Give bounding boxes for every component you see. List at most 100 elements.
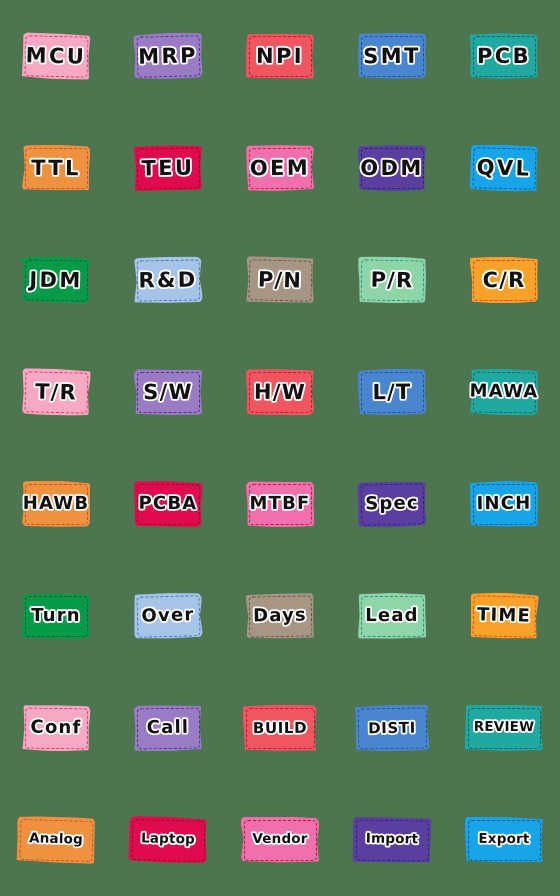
sticker-cell: QVL: [448, 112, 560, 224]
sticker-mawa[interactable]: MAWA: [469, 369, 539, 416]
sticker-export[interactable]: Export: [465, 817, 543, 863]
sticker-cell: TTL: [0, 112, 112, 224]
sticker-conf[interactable]: Conf: [22, 705, 91, 752]
sticker-label: Conf: [30, 716, 82, 739]
sticker-label: Spec: [365, 492, 419, 515]
sticker-label: TTL: [31, 155, 81, 180]
sticker-ttl[interactable]: TTL: [22, 145, 90, 191]
sticker-cell: Conf: [0, 672, 112, 784]
sticker-cell: MTBF: [224, 448, 336, 560]
sticker-disti[interactable]: DISTI: [355, 704, 430, 751]
sticker-cell: Analog: [0, 784, 112, 896]
sticker-cell: TIME: [448, 560, 560, 672]
sticker-label: QVL: [476, 154, 532, 181]
sticker-label: JDM: [29, 267, 83, 292]
sticker-spec[interactable]: Spec: [358, 480, 427, 527]
sticker-label: Turn: [31, 604, 81, 627]
sticker-label: Vendor: [252, 831, 308, 848]
sticker-p-n[interactable]: P/N: [245, 256, 314, 304]
sticker-smt[interactable]: SMT: [358, 33, 426, 79]
sticker-label: Over: [141, 604, 195, 627]
sticker-cell: P/R: [336, 224, 448, 336]
sticker-label: P/R: [370, 267, 414, 292]
sticker-mtbf[interactable]: MTBF: [246, 481, 314, 527]
sticker-build[interactable]: BUILD: [243, 705, 317, 751]
sticker-label: TIME: [476, 604, 532, 627]
sticker-l-t[interactable]: L/T: [358, 369, 426, 416]
sticker-vendor[interactable]: Vendor: [241, 817, 319, 863]
sticker-label: Laptop: [140, 830, 196, 848]
sticker-laptop[interactable]: Laptop: [128, 816, 207, 864]
sticker-label: MAWA: [469, 380, 539, 403]
sticker-label: Days: [252, 604, 308, 627]
sticker-time[interactable]: TIME: [469, 592, 538, 640]
sticker-cell: DISTI: [336, 672, 448, 784]
sticker-cell: Spec: [336, 448, 448, 560]
sticker-pcb[interactable]: PCB: [470, 33, 538, 79]
sticker-r-d[interactable]: R&D: [134, 256, 203, 303]
sticker-label: Export: [478, 831, 530, 848]
sticker-cell: Laptop: [112, 784, 224, 896]
sticker-hawb[interactable]: HAWB: [22, 481, 90, 527]
sticker-label: Analog: [28, 830, 84, 848]
sticker-cell: C/R: [448, 224, 560, 336]
sticker-cell: Lead: [336, 560, 448, 672]
sticker-p-r[interactable]: P/R: [358, 256, 427, 303]
sticker-label: INCH: [476, 492, 532, 515]
sticker-cell: MCU: [0, 0, 112, 112]
sticker-cell: Turn: [0, 560, 112, 672]
sticker-label: P/N: [257, 266, 303, 293]
sticker-over[interactable]: Over: [133, 592, 202, 640]
sticker-cell: OEM: [224, 112, 336, 224]
sticker-cell: T/R: [0, 336, 112, 448]
sticker-label: T/R: [34, 379, 78, 404]
sticker-odm[interactable]: ODM: [358, 145, 426, 191]
sticker-t-r[interactable]: T/R: [21, 368, 90, 416]
sticker-s-w[interactable]: S/W: [134, 369, 202, 415]
sticker-label: REVIEW: [473, 719, 535, 736]
sticker-label: Lead: [365, 604, 419, 627]
sticker-label: MTBF: [249, 492, 311, 515]
sticker-label: L/T: [372, 379, 412, 404]
sticker-cell: PCBA: [112, 448, 224, 560]
sticker-cell: L/T: [336, 336, 448, 448]
sticker-cell: Vendor: [224, 784, 336, 896]
sticker-npi[interactable]: NPI: [246, 33, 314, 79]
sticker-cell: MAWA: [448, 336, 560, 448]
sticker-label: S/W: [143, 379, 193, 404]
sticker-cell: Export: [448, 784, 560, 896]
sticker-label: Import: [365, 830, 419, 848]
sticker-cell: R&D: [112, 224, 224, 336]
sticker-days[interactable]: Days: [246, 592, 315, 639]
sticker-label: R&D: [138, 266, 198, 293]
sticker-qvl[interactable]: QVL: [469, 144, 538, 192]
sticker-inch[interactable]: INCH: [470, 481, 538, 528]
sticker-label: PCB: [476, 43, 532, 68]
sticker-cell: ODM: [336, 112, 448, 224]
sticker-label: MCU: [25, 42, 87, 69]
sticker-review[interactable]: REVIEW: [465, 705, 543, 751]
sticker-analog[interactable]: Analog: [16, 816, 95, 864]
sticker-cell: S/W: [112, 336, 224, 448]
sticker-cell: BUILD: [224, 672, 336, 784]
sticker-label: DISTI: [368, 718, 416, 737]
sticker-lead[interactable]: Lead: [358, 593, 426, 639]
sticker-pcba[interactable]: PCBA: [134, 481, 202, 528]
sticker-cell: P/N: [224, 224, 336, 336]
sticker-mcu[interactable]: MCU: [21, 32, 90, 80]
sticker-mrp[interactable]: MRP: [133, 32, 202, 80]
sticker-turn[interactable]: Turn: [22, 593, 90, 639]
sticker-label: H/W: [253, 379, 307, 404]
sticker-teu[interactable]: TEU: [134, 144, 203, 191]
sticker-import[interactable]: Import: [353, 816, 432, 863]
sticker-oem[interactable]: OEM: [246, 145, 314, 192]
sticker-c-r[interactable]: C/R: [470, 257, 538, 303]
sticker-cell: Over: [112, 560, 224, 672]
sticker-cell: NPI: [224, 0, 336, 112]
sticker-call[interactable]: Call: [134, 705, 203, 752]
sticker-label: SMT: [363, 43, 421, 68]
sticker-cell: REVIEW: [448, 672, 560, 784]
sticker-cell: Days: [224, 560, 336, 672]
sticker-jdm[interactable]: JDM: [22, 256, 91, 303]
sticker-h-w[interactable]: H/W: [246, 369, 314, 416]
